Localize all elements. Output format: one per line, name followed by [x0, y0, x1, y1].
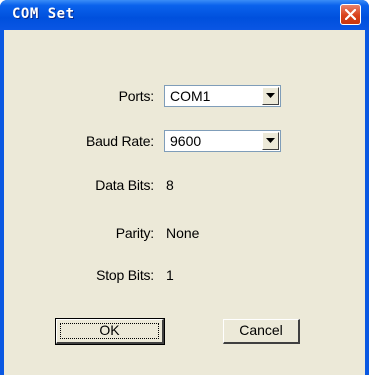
chevron-down-icon: [266, 138, 275, 143]
cancel-button-label: Cancel: [239, 322, 283, 338]
cancel-button[interactable]: Cancel: [223, 319, 300, 344]
stop-bits-value: 1: [166, 267, 174, 283]
stop-bits-label: Stop Bits:: [96, 267, 154, 283]
title-bar[interactable]: COM Set: [0, 0, 369, 30]
parity-label: Parity:: [115, 225, 154, 241]
ports-select[interactable]: COM1: [164, 85, 281, 107]
baud-rate-selected-value: 9600: [170, 133, 202, 149]
data-bits-label: Data Bits:: [95, 177, 154, 193]
baud-rate-select[interactable]: 9600: [164, 130, 281, 152]
chevron-down-icon: [266, 93, 275, 98]
ports-selected-value: COM1: [170, 88, 211, 104]
close-button[interactable]: [340, 4, 361, 25]
window-title: COM Set: [12, 6, 75, 22]
parity-value: None: [166, 225, 200, 241]
ports-label: Ports:: [118, 88, 155, 104]
data-bits-value: 8: [166, 177, 174, 193]
com-set-dialog: COM Set Ports: COM1 Baud Rate: 9600 Data…: [0, 0, 369, 375]
focus-rectangle: [60, 323, 159, 339]
ok-button[interactable]: OK: [55, 318, 165, 345]
baud-rate-label: Baud Rate:: [85, 133, 154, 149]
baud-rate-dropdown-button[interactable]: [262, 132, 279, 150]
close-icon: [345, 9, 356, 20]
ports-dropdown-button[interactable]: [262, 87, 279, 105]
dialog-body: Ports: COM1 Baud Rate: 9600 Data Bits: 8…: [4, 30, 365, 375]
